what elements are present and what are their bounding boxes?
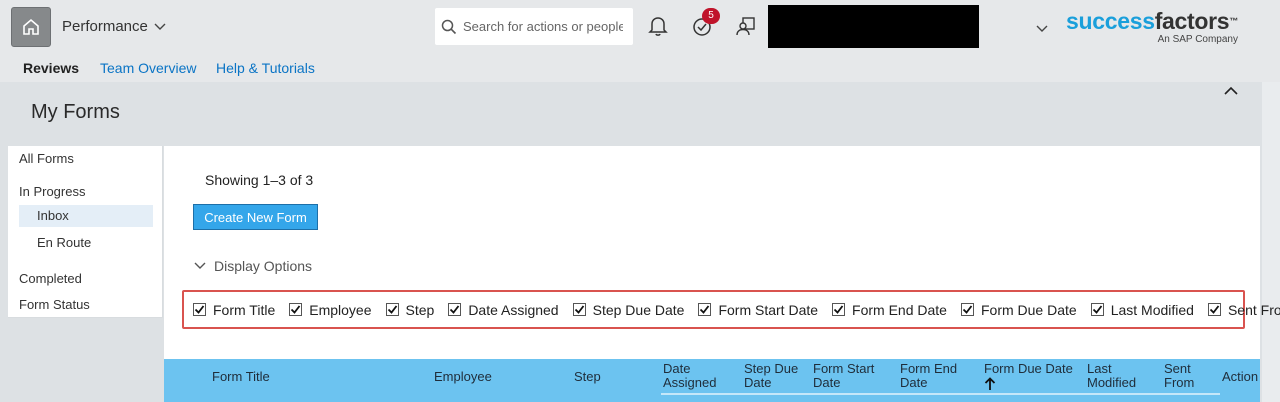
column-header-form-title[interactable]: Form Title [212, 370, 270, 384]
column-header-form-end-date[interactable]: Form End Date [900, 362, 957, 390]
option-employee[interactable]: Employee [289, 301, 372, 318]
column-header-employee[interactable]: Employee [434, 370, 492, 384]
option-form-start-date[interactable]: Form Start Date [698, 302, 818, 318]
option-label: Last Modified [1110, 301, 1194, 318]
option-sent-from[interactable]: Sent From [1207, 301, 1280, 318]
column-header-line: From [1164, 375, 1195, 390]
logo-subtitle: An SAP Company [1157, 34, 1238, 45]
column-header-step[interactable]: Step [574, 370, 601, 384]
module-switcher[interactable]: Performance [62, 18, 166, 35]
column-header-line: Date [900, 375, 928, 390]
notifications-button[interactable] [646, 14, 670, 38]
search-box[interactable] [435, 8, 633, 45]
search-input[interactable] [463, 19, 623, 34]
column-header-date-assigned[interactable]: Date Assigned [663, 362, 716, 390]
sidebar-item-form-status[interactable]: Form Status [19, 297, 90, 312]
option-form-due-date[interactable]: Form Due Date [960, 301, 1077, 318]
logo-text-factors: factors [1154, 8, 1230, 34]
chevron-down-icon [1036, 25, 1048, 32]
column-header-line: Date [813, 375, 841, 390]
collapse-button[interactable] [1224, 83, 1238, 101]
column-header-line: Assigned [663, 375, 717, 390]
sub-navigation: Reviews Team Overview Help & Tutorials [0, 54, 1280, 82]
option-label: Step [405, 301, 435, 318]
search-icon [441, 19, 457, 34]
module-name-label: Performance [62, 18, 148, 35]
header-divider [661, 393, 1220, 395]
option-date-assigned[interactable]: Date Assigned [448, 301, 559, 318]
checkbox-checked-icon[interactable] [1207, 303, 1221, 316]
column-header-line: Form Due Date [984, 361, 1073, 376]
column-header-line: Modified [1087, 375, 1137, 390]
tab-help-tutorials[interactable]: Help & Tutorials [216, 60, 315, 76]
tab-team-overview[interactable]: Team Overview [100, 60, 196, 76]
display-options-toggle[interactable]: Display Options [194, 258, 312, 274]
option-last-modified[interactable]: Last Modified [1090, 301, 1194, 318]
column-header-last-modified[interactable]: Last Modified [1087, 362, 1136, 390]
column-header-line: Sent [1164, 361, 1191, 376]
checkbox-checked-icon[interactable] [572, 303, 586, 316]
display-options-label: Display Options [214, 258, 313, 274]
column-header-line: Form Start [813, 361, 875, 376]
home-icon [23, 18, 39, 35]
column-header-step-due-date[interactable]: Step Due Date [744, 362, 798, 390]
result-count: Showing 1–3 of 3 [205, 172, 314, 188]
sidebar-item-en-route[interactable]: En Route [37, 235, 91, 250]
chevron-down-icon [194, 262, 206, 269]
bell-icon [648, 17, 668, 36]
option-label: Form Title [213, 301, 276, 318]
top-bar: Performance 5 [0, 0, 1280, 54]
checkbox-checked-icon[interactable] [832, 303, 846, 316]
user-menu-toggle[interactable] [1036, 20, 1048, 38]
forms-sidebar: All Forms In Progress Inbox En Route Com… [8, 146, 163, 318]
page-title: My Forms [31, 101, 120, 123]
home-button[interactable] [11, 7, 51, 47]
option-label: Sent From [1227, 301, 1280, 318]
option-label: Form End Date [852, 301, 947, 318]
column-header-line: Date [744, 375, 772, 390]
create-new-form-button[interactable]: Create New Form [193, 204, 318, 230]
checkbox-checked-icon[interactable] [193, 303, 206, 316]
sidebar-item-all-forms[interactable]: All Forms [19, 151, 74, 166]
column-header-form-due-date[interactable]: Form Due Date [984, 362, 1073, 391]
checkbox-checked-icon[interactable] [289, 303, 303, 316]
successfactors-logo: successfactors™ An SAP Company [1066, 8, 1238, 45]
checkbox-checked-icon[interactable] [385, 303, 399, 316]
column-header-action[interactable]: Action [1222, 370, 1258, 384]
checkbox-checked-icon[interactable] [448, 303, 462, 316]
option-label: Employee [309, 301, 372, 318]
notification-badge: 5 [702, 8, 720, 24]
tab-reviews[interactable]: Reviews [23, 60, 79, 76]
sidebar-item-inbox[interactable]: Inbox [37, 208, 69, 223]
sort-ascending-icon [984, 377, 996, 390]
scrollbar[interactable] [1262, 82, 1280, 402]
forms-table-header: Form Title Employee Step Date Assigned S… [164, 359, 1260, 402]
column-header-sent-from[interactable]: Sent From [1164, 362, 1194, 390]
option-label: Form Start Date [718, 301, 819, 318]
option-label: Date Assigned [468, 301, 559, 318]
checkbox-checked-icon[interactable] [960, 303, 974, 316]
sidebar-item-completed[interactable]: Completed [19, 271, 82, 286]
logo-text-success: success [1066, 8, 1155, 34]
column-header-line: Form End [900, 361, 958, 376]
option-label: Step Due Date [592, 301, 685, 318]
column-options-group: Form Title Employee Step Date Assigned S… [182, 290, 1280, 329]
checkbox-checked-icon[interactable] [1090, 303, 1104, 316]
option-label: Form Due Date [980, 301, 1077, 318]
checkbox-checked-icon[interactable] [698, 303, 712, 316]
column-header-line: Date [663, 361, 691, 376]
chevron-up-icon [1224, 86, 1238, 95]
option-step[interactable]: Step [385, 301, 435, 318]
column-header-line: Last [1087, 361, 1112, 376]
column-header-form-start-date[interactable]: Form Start Date [813, 362, 874, 390]
people-icon [736, 17, 755, 36]
people-button[interactable] [734, 14, 758, 38]
option-form-title[interactable]: Form Title [193, 302, 275, 318]
option-form-end-date[interactable]: Form End Date [832, 302, 947, 318]
option-step-due-date[interactable]: Step Due Date [572, 301, 685, 318]
chevron-down-icon [154, 23, 166, 30]
sidebar-item-in-progress[interactable]: In Progress [19, 184, 85, 199]
column-header-line: Step Due [744, 361, 799, 376]
redacted-user-name [768, 5, 979, 48]
